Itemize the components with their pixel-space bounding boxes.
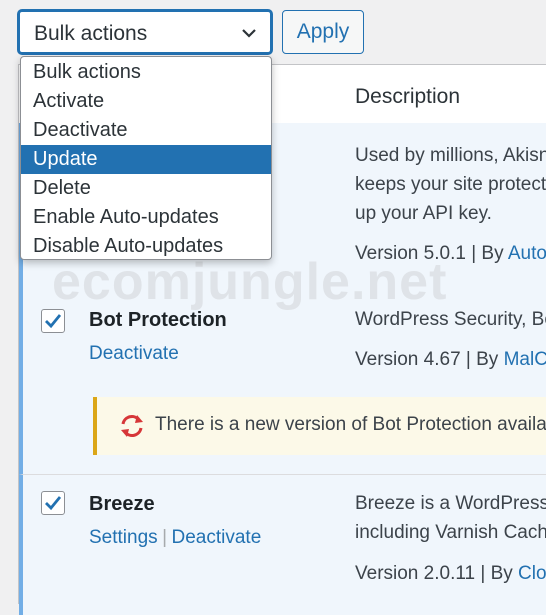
plugin-description: Used by millions, Akisn keeps your site … (355, 145, 546, 224)
option-disable-auto-updates[interactable]: Disable Auto-updates (21, 232, 271, 261)
option-enable-auto-updates[interactable]: Enable Auto-updates (21, 203, 271, 232)
bulk-actions-select[interactable]: Bulk actions (18, 10, 272, 54)
option-delete[interactable]: Delete (21, 174, 271, 203)
update-icon (121, 415, 143, 437)
watermark: ecomjungle.net (52, 253, 448, 311)
plugin-name: Bot Protection (89, 309, 227, 331)
author-link[interactable]: MalCa (504, 349, 546, 370)
plugin-name: Breeze (89, 493, 155, 515)
deactivate-link[interactable]: Deactivate (89, 343, 179, 365)
plugin-checkbox[interactable] (41, 309, 65, 333)
plugin-row: Breeze Settings | Deactivate Breeze is a… (19, 475, 546, 615)
update-notice-text: There is a new version of Bot Protection… (155, 414, 546, 435)
plugin-checkbox[interactable] (41, 491, 65, 515)
option-update[interactable]: Update (21, 145, 271, 174)
bulk-actions-dropdown: Bulk actions Activate Deactivate Update … (20, 56, 272, 260)
checkmark-icon (45, 314, 62, 329)
plugin-meta: Version 4.67 | By MalCa (355, 349, 546, 371)
option-bulk-actions[interactable]: Bulk actions (21, 58, 271, 87)
update-notice: There is a new version of Bot Protection… (93, 397, 546, 455)
bulk-actions-value: Bulk actions (34, 22, 148, 45)
checkmark-icon (45, 496, 62, 511)
option-deactivate[interactable]: Deactivate (21, 116, 271, 145)
plugin-description: Breeze is a WordPress including Varnish … (355, 493, 546, 543)
column-header-description: Description (355, 85, 461, 108)
separator: | (162, 527, 168, 548)
author-link[interactable]: Auto (508, 243, 546, 264)
apply-button[interactable]: Apply (282, 10, 364, 54)
deactivate-link[interactable]: Deactivate (172, 527, 262, 548)
plugin-meta: Version 2.0.11 | By Clou (355, 563, 546, 585)
option-activate[interactable]: Activate (21, 87, 271, 116)
chevron-down-icon (242, 29, 256, 38)
plugin-row: Bot Protection Deactivate WordPress Secu… (19, 301, 546, 475)
settings-link[interactable]: Settings (89, 527, 158, 548)
row-actions: Settings | Deactivate (89, 527, 261, 549)
